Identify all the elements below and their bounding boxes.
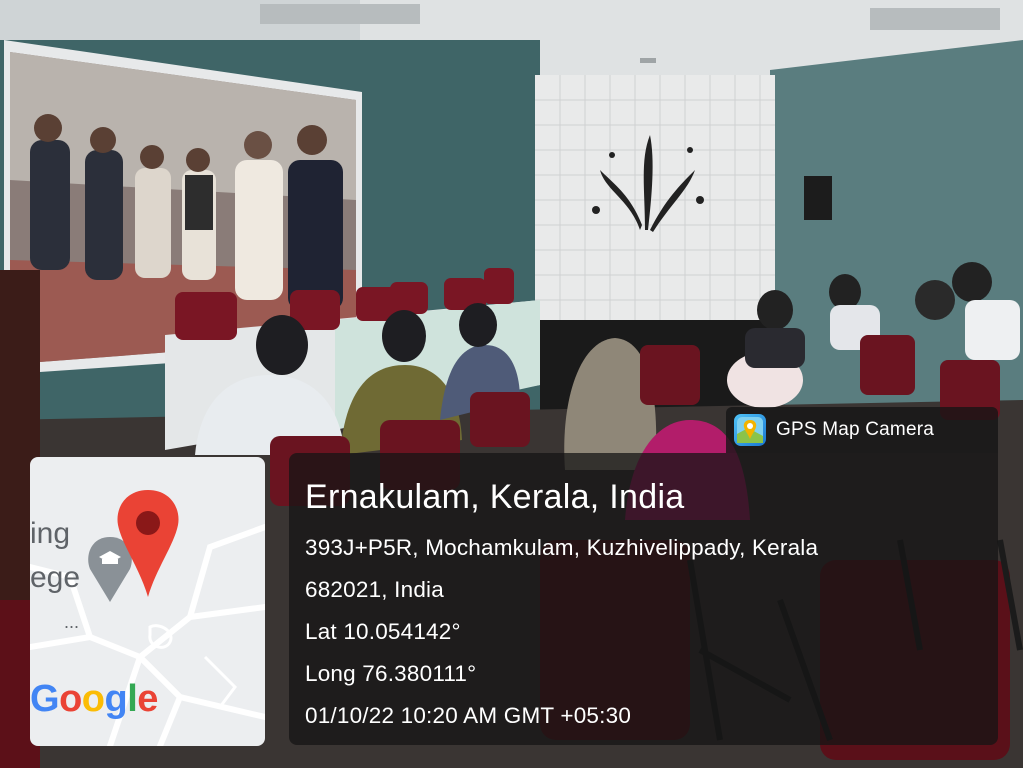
- map-label-line2: ege: [30, 561, 81, 594]
- address-line-1: 393J+P5R, Mochamkulam, Kuzhivelippady, K…: [305, 535, 819, 560]
- timestamp: 01/10/22 10:20 AM GMT +05:30: [305, 703, 632, 728]
- gps-map-camera-badge: GPS Map Camera: [726, 407, 998, 453]
- latitude: Lat 10.054142°: [305, 619, 461, 644]
- map-pin-icon: [117, 490, 179, 597]
- app-badge-label: GPS Map Camera: [776, 419, 935, 440]
- google-logo: Google: [30, 678, 158, 721]
- map-thumbnail: ing ege ... Google: [30, 457, 265, 746]
- google-logo-letter: o: [81, 678, 105, 720]
- longitude: Long 76.380111°: [305, 661, 477, 686]
- google-logo-letter: o: [59, 678, 82, 720]
- school-icon: [88, 537, 132, 602]
- google-logo-letter: G: [30, 678, 60, 720]
- map-label-line1: ing: [30, 517, 71, 550]
- gps-map-camera-icon: [734, 414, 766, 446]
- google-logo-letter: l: [127, 678, 138, 720]
- map-ellipsis: ...: [64, 612, 80, 632]
- location-info-panel: Ernakulam, Kerala, India 393J+P5R, Mocha…: [289, 453, 998, 745]
- address-line-2: 682021, India: [305, 577, 444, 602]
- google-logo-letter: g: [104, 678, 128, 720]
- place-name: Ernakulam, Kerala, India: [305, 478, 685, 516]
- google-logo-letter: e: [137, 678, 158, 720]
